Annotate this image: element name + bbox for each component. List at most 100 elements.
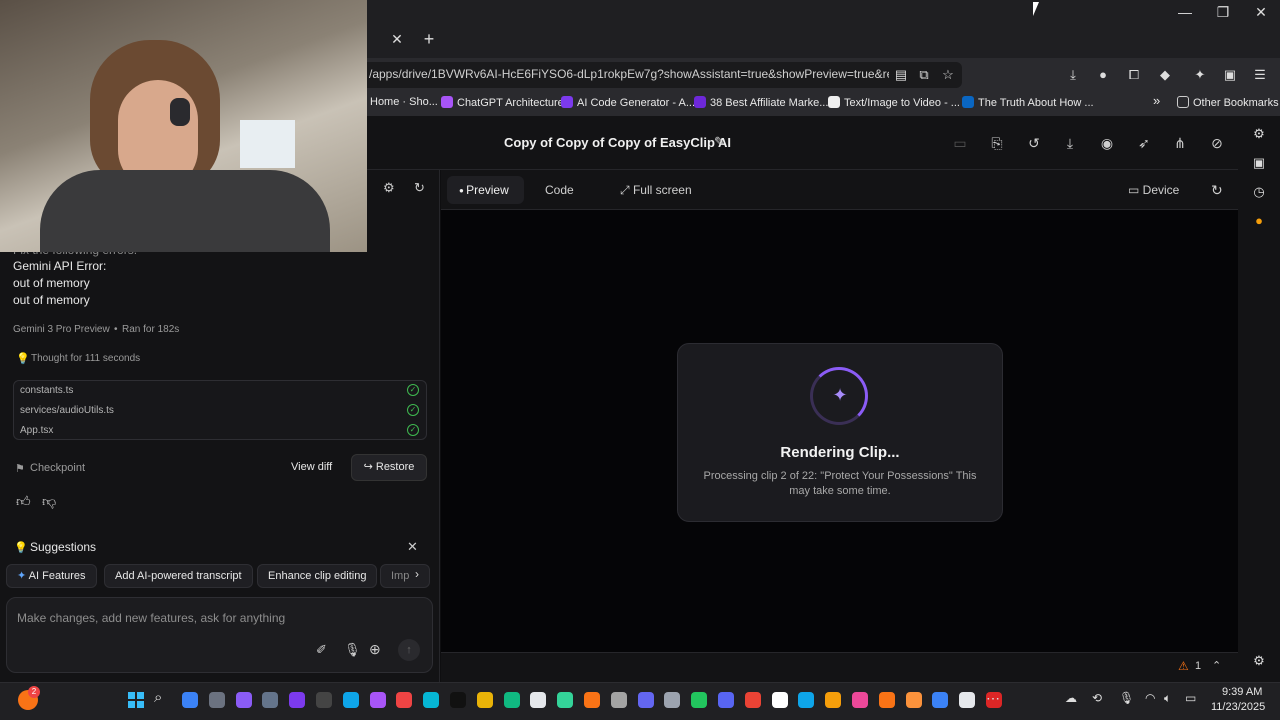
taskbar-app-icon[interactable] [745,692,761,708]
battery-icon[interactable]: ▭ [1185,691,1196,705]
hide-panel-icon[interactable]: ⊘ [1207,133,1227,153]
bookmark-item[interactable]: Home · Sho... [370,96,438,108]
taskbar-app-icon[interactable] [423,692,439,708]
extension-puzzle-icon[interactable]: ✦ [1190,65,1210,85]
suggestion-chip[interactable]: Enhance clip editing [257,564,378,588]
suggestion-chip[interactable]: Add AI-powered transcript [104,564,253,588]
sync-icon[interactable]: ⟲ [1092,691,1102,705]
file-item[interactable]: services/audioUtils.ts [20,405,114,416]
restore-window-button[interactable]: ❐ [1203,2,1243,22]
taskbar-app-icon[interactable] [236,692,252,708]
share-icon[interactable]: ⋔ [1170,133,1190,153]
warning-count[interactable]: 1 [1195,660,1201,672]
tab-close-button[interactable]: ✕ [388,30,406,48]
microphone-tray-icon[interactable]: 🎙︎ [1119,691,1134,705]
view-diff-button[interactable]: View diff [291,461,332,473]
magic-wand-icon[interactable]: ✐ [316,642,327,658]
close-window-button[interactable]: ✕ [1241,2,1280,22]
taskbar-app-icon[interactable] [370,692,386,708]
bookmark-star-icon[interactable]: ☆ [938,65,958,85]
volume-icon[interactable]: 🔈︎ [1164,691,1171,706]
taskbar-app-icon[interactable] [718,692,734,708]
taskbar-app-icon[interactable] [611,692,627,708]
menu-icon[interactable]: ☰ [1250,65,1270,85]
sidebar-toggle-icon[interactable]: ▣ [1220,65,1240,85]
taskbar-app-icon[interactable] [504,692,520,708]
thumbs-down-icon[interactable]: 👎︎ [42,493,56,510]
taskbar-app-icon[interactable] [798,692,814,708]
microphone-icon[interactable]: 🎙︎ [344,642,361,658]
apps-gallery-icon[interactable]: ▣ [1250,154,1268,172]
history-clock-icon[interactable]: ◷ [1250,183,1268,201]
taskbar-app-icon[interactable] [664,692,680,708]
thought-duration[interactable]: Thought for 111 seconds [31,353,140,364]
tab-code[interactable]: Code [545,176,574,204]
new-tab-button[interactable]: + [419,29,439,49]
taskbar-app-icon[interactable] [450,692,466,708]
search-icon[interactable]: ⌕ [154,689,162,706]
panel-settings-icon[interactable]: ⚙ [383,180,399,198]
download-icon[interactable]: ⤓ [1060,133,1080,153]
cloud-icon[interactable]: ☁ [1065,691,1077,705]
thumbs-up-icon[interactable]: 👍︎ [16,493,31,510]
taskbar-app-icon[interactable] [772,692,788,708]
taskbar-app-icon[interactable] [343,692,359,708]
taskbar-app-icon[interactable] [262,692,278,708]
ai-studio-icon[interactable]: ⚙ [1250,125,1268,143]
minimize-button[interactable]: — [1165,2,1205,22]
tab-full-screen[interactable]: ⤢ Full screen [620,176,692,204]
edit-title-pencil-icon[interactable]: ✎ [714,134,725,150]
bookmark-item[interactable]: The Truth About How ... [962,96,1094,109]
expand-console-icon[interactable]: ⌃ [1212,659,1221,672]
clock-date[interactable]: 11/23/2025 [1211,701,1265,713]
suggestions-next-icon[interactable]: › [415,567,419,581]
settings-gear-icon[interactable]: ⚙ [1250,652,1268,670]
windows-start-icon[interactable] [128,692,144,708]
bookmark-item[interactable]: 38 Best Affiliate Marke... [694,96,828,109]
address-bar-url[interactable]: /apps/drive/1BVWRv6AI-HcE6FiYSO6-dLp1rok… [369,67,889,81]
save-icon[interactable]: ▭ [950,133,970,153]
taskbar-app-icon[interactable] [879,692,895,708]
panel-refresh-icon[interactable]: ↻ [414,180,430,198]
bookmarks-overflow-button[interactable]: » [1153,93,1160,108]
taskbar-app-icon[interactable] [209,692,225,708]
taskbar-app-icon[interactable] [557,692,573,708]
add-attachment-icon[interactable]: ⊕ [369,641,381,658]
taskbar-app-icon[interactable] [852,692,868,708]
extensions-icon[interactable]: ⧠ [1124,65,1144,85]
tab-preview[interactable]: ● Preview [447,176,524,204]
wifi-icon[interactable]: ◠ [1145,691,1155,705]
taskbar-app-icon[interactable] [316,692,332,708]
send-button[interactable]: ↑ [398,639,420,661]
deploy-rocket-icon[interactable]: ➶ [1134,133,1154,153]
taskbar-app-icon[interactable] [396,692,412,708]
reader-mode-icon[interactable]: ▤ [891,65,911,85]
prompt-input[interactable] [6,597,433,673]
taskbar-app-icon[interactable] [825,692,841,708]
taskbar-app-icon[interactable] [584,692,600,708]
taskbar-app-icon[interactable] [477,692,493,708]
bookmark-item[interactable]: AI Code Generator - A... [561,96,695,109]
palette-icon[interactable]: ● [1250,212,1268,230]
overflow-icon[interactable]: ⋯ [986,690,1000,707]
bookmark-item[interactable]: Text/Image to Video - ... [828,96,960,109]
clock-time[interactable]: 9:39 AM [1222,686,1262,698]
profile-icon[interactable]: ● [1093,65,1113,85]
file-item[interactable]: App.tsx [20,425,53,436]
restore-button[interactable]: ↪ Restore [351,454,427,481]
taskbar-app-icon[interactable] [289,692,305,708]
taskbar-app-icon[interactable] [182,692,198,708]
file-item[interactable]: constants.ts [20,385,73,396]
taskbar-app-icon[interactable] [691,692,707,708]
save-to-drive-icon[interactable]: ⎘ [987,133,1007,153]
picture-in-picture-icon[interactable]: ⧉ [914,65,934,85]
bookmark-item[interactable]: ChatGPT Architecture [441,96,564,109]
suggestion-chip[interactable]: ✦ AI Features [6,564,97,588]
taskbar-app-icon[interactable] [906,692,922,708]
warning-icon[interactable]: ⚠ [1178,659,1189,673]
prompt-placeholder[interactable]: Make changes, add new features, ask for … [17,611,285,625]
taskbar-app-icon[interactable] [530,692,546,708]
extension-icon[interactable]: ◆ [1155,65,1175,85]
other-bookmarks-folder[interactable]: Other Bookmarks [1177,96,1279,109]
taskbar-app-icon[interactable] [638,692,654,708]
